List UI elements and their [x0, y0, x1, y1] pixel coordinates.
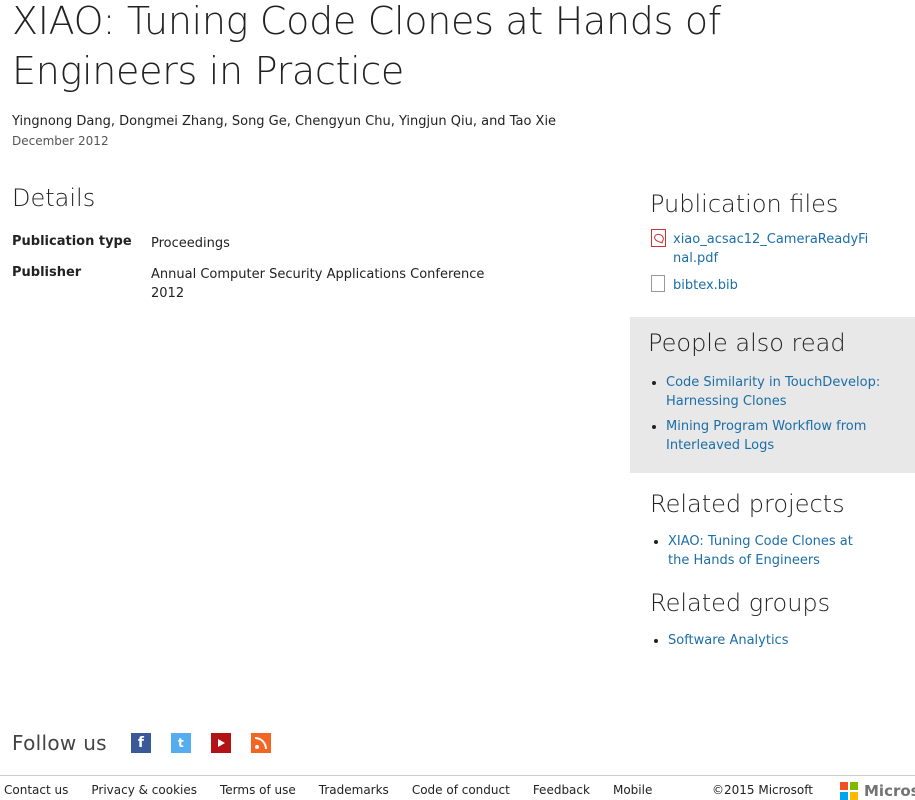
publication-date: December 2012 [12, 134, 109, 148]
file-item: bibtex.bib [650, 275, 890, 295]
page-title: XIAO: Tuning Code Clones at Hands of Eng… [12, 0, 721, 93]
people-also-read-section: People also read Code Similarity in Touc… [630, 317, 915, 473]
related-groups-section: Related groups Software Analytics [650, 589, 890, 656]
facebook-icon[interactable]: f [130, 733, 151, 753]
rss-icon[interactable] [250, 733, 271, 753]
follow-us-label: Follow us [12, 731, 107, 755]
footer-link-trademarks[interactable]: Trademarks [319, 783, 389, 797]
detail-key: Publication type [12, 234, 132, 249]
youtube-icon[interactable] [210, 733, 231, 753]
list-item: Software Analytics [668, 631, 890, 650]
list-item: XIAO: Tuning Code Clones at the Hands of… [668, 532, 878, 570]
publication-files-section: Publication files xiao_acsac12_CameraRea… [650, 190, 890, 295]
microsoft-wordmark: Microsoft [864, 782, 915, 800]
people-also-read-list: Code Similarity in TouchDevelop: Harness… [648, 373, 896, 461]
footer-links: Contact us Privacy & cookies Terms of use T… [4, 783, 675, 797]
detail-value: Proceedings [151, 236, 230, 251]
details-heading: Details [12, 184, 96, 212]
follow-us-bar: Follow us f t [12, 731, 291, 755]
detail-key: Publisher [12, 265, 82, 280]
related-group-link[interactable]: Software Analytics [668, 633, 788, 648]
list-item: Mining Program Workflow from Interleaved… [666, 417, 896, 455]
list-item: Code Similarity in TouchDevelop: Harness… [666, 373, 896, 411]
authors: Yingnong Dang, Dongmei Zhang, Song Ge, C… [12, 114, 557, 129]
also-read-link[interactable]: Code Similarity in TouchDevelop: Harness… [666, 375, 880, 409]
microsoft-logo[interactable]: Microsoft [840, 782, 915, 800]
footer-divider [0, 775, 915, 776]
also-read-link[interactable]: Mining Program Workflow from Interleaved… [666, 419, 866, 453]
footer-link-feedback[interactable]: Feedback [533, 783, 590, 797]
file-item: xiao_acsac12_CameraReadyFinal.pdf [650, 229, 890, 268]
related-project-link[interactable]: XIAO: Tuning Code Clones at the Hands of… [668, 534, 853, 568]
related-groups-list: Software Analytics [650, 631, 890, 650]
footer-link-terms[interactable]: Terms of use [220, 783, 296, 797]
twitter-icon[interactable]: t [170, 733, 191, 753]
file-link-pdf[interactable]: xiao_acsac12_CameraReadyFinal.pdf [673, 230, 873, 268]
footer-link-contact[interactable]: Contact us [4, 783, 68, 797]
footer-link-privacy[interactable]: Privacy & cookies [91, 783, 197, 797]
publication-files-heading: Publication files [650, 190, 839, 218]
detail-value: Annual Computer Security Applications Co… [151, 267, 485, 301]
people-also-read-heading: People also read [648, 329, 846, 357]
related-projects-section: Related projects XIAO: Tuning Code Clone… [650, 490, 890, 576]
related-projects-list: XIAO: Tuning Code Clones at the Hands of… [650, 532, 878, 570]
pdf-icon [650, 229, 673, 247]
footer-link-mobile[interactable]: Mobile [613, 783, 652, 797]
document-icon [650, 275, 673, 293]
microsoft-logo-icon [840, 782, 858, 800]
related-groups-heading: Related groups [650, 589, 831, 617]
footer-link-code-of-conduct[interactable]: Code of conduct [412, 783, 510, 797]
file-link-bib[interactable]: bibtex.bib [673, 276, 873, 295]
copyright: ©2015 Microsoft [712, 783, 813, 797]
related-projects-heading: Related projects [650, 490, 845, 518]
